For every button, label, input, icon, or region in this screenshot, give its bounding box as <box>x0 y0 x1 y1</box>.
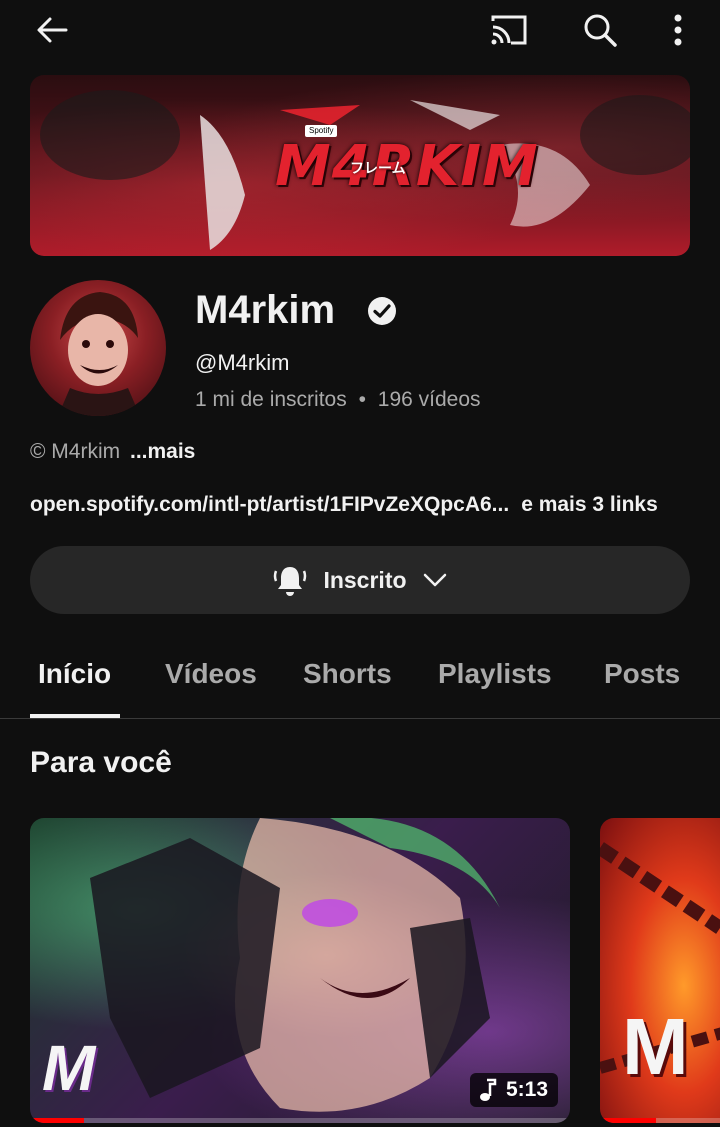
video-thumbnail[interactable]: M 5:13 <box>30 818 570 1123</box>
watch-progress-track-next <box>600 1118 720 1123</box>
avatar-art-icon <box>58 292 140 416</box>
more-vert-icon <box>674 14 682 46</box>
more-options-button[interactable] <box>654 6 702 54</box>
channel-description[interactable]: © M4rkim ...mais <box>30 440 195 464</box>
channel-tabs: Início Vídeos Shorts Playlists Posts <box>0 630 720 719</box>
description-more-link[interactable]: ...mais <box>130 440 195 463</box>
video-duration: 5:13 <box>505 1078 548 1101</box>
tab-inicio[interactable]: Início <box>38 658 111 690</box>
watch-progress-track <box>30 1118 570 1123</box>
chevron-down-icon <box>423 573 446 587</box>
subscribed-button[interactable]: Inscrito <box>30 546 690 614</box>
channel-handle: @M4rkim <box>195 350 290 375</box>
music-note-icon <box>479 1078 497 1101</box>
channel-banner[interactable]: Spotify M4RKIM フレーム <box>30 75 690 256</box>
more-links-label[interactable]: e mais 3 links <box>521 493 658 516</box>
video-thumbnail-next[interactable]: M <box>600 818 720 1123</box>
tab-posts[interactable]: Posts <box>604 658 680 690</box>
cast-button[interactable] <box>485 6 533 54</box>
top-app-bar <box>0 0 720 62</box>
watch-progress-fill-next <box>600 1118 656 1123</box>
verified-badge-icon <box>368 297 396 325</box>
search-icon <box>584 14 617 47</box>
back-arrow-icon <box>37 17 68 43</box>
channel-name: M4rkim <box>195 288 336 332</box>
active-tab-indicator <box>30 714 120 718</box>
banner-subtext: フレーム <box>350 160 406 176</box>
tab-shorts[interactable]: Shorts <box>303 658 392 690</box>
section-title: Para você <box>30 746 172 779</box>
back-button[interactable] <box>28 6 76 54</box>
subscriber-count: 1 mi de inscritos <box>195 388 347 411</box>
video-count: 196 vídeos <box>377 388 481 411</box>
search-button[interactable] <box>576 6 624 54</box>
thumbnail-logo-next: M <box>622 1002 689 1091</box>
channel-avatar[interactable] <box>30 280 166 416</box>
bell-icon <box>274 567 307 596</box>
subscribed-label: Inscrito <box>323 566 407 593</box>
tab-videos[interactable]: Vídeos <box>165 658 257 690</box>
watch-progress-fill <box>30 1118 84 1123</box>
channel-link-url[interactable]: open.spotify.com/intl-pt/artist/1FIPvZeX… <box>30 493 509 516</box>
channel-stats: 1 mi de inscritos • 196 vídeos <box>195 388 481 412</box>
thumbnail-logo: M <box>42 1032 96 1104</box>
channel-links[interactable]: open.spotify.com/intl-pt/artist/1FIPvZeX… <box>30 493 658 517</box>
description-text: © M4rkim <box>30 440 121 463</box>
tab-playlists[interactable]: Playlists <box>438 658 552 690</box>
video-duration-badge: 5:13 <box>469 1073 558 1107</box>
stats-separator: • <box>358 388 366 411</box>
cast-icon <box>491 15 527 45</box>
